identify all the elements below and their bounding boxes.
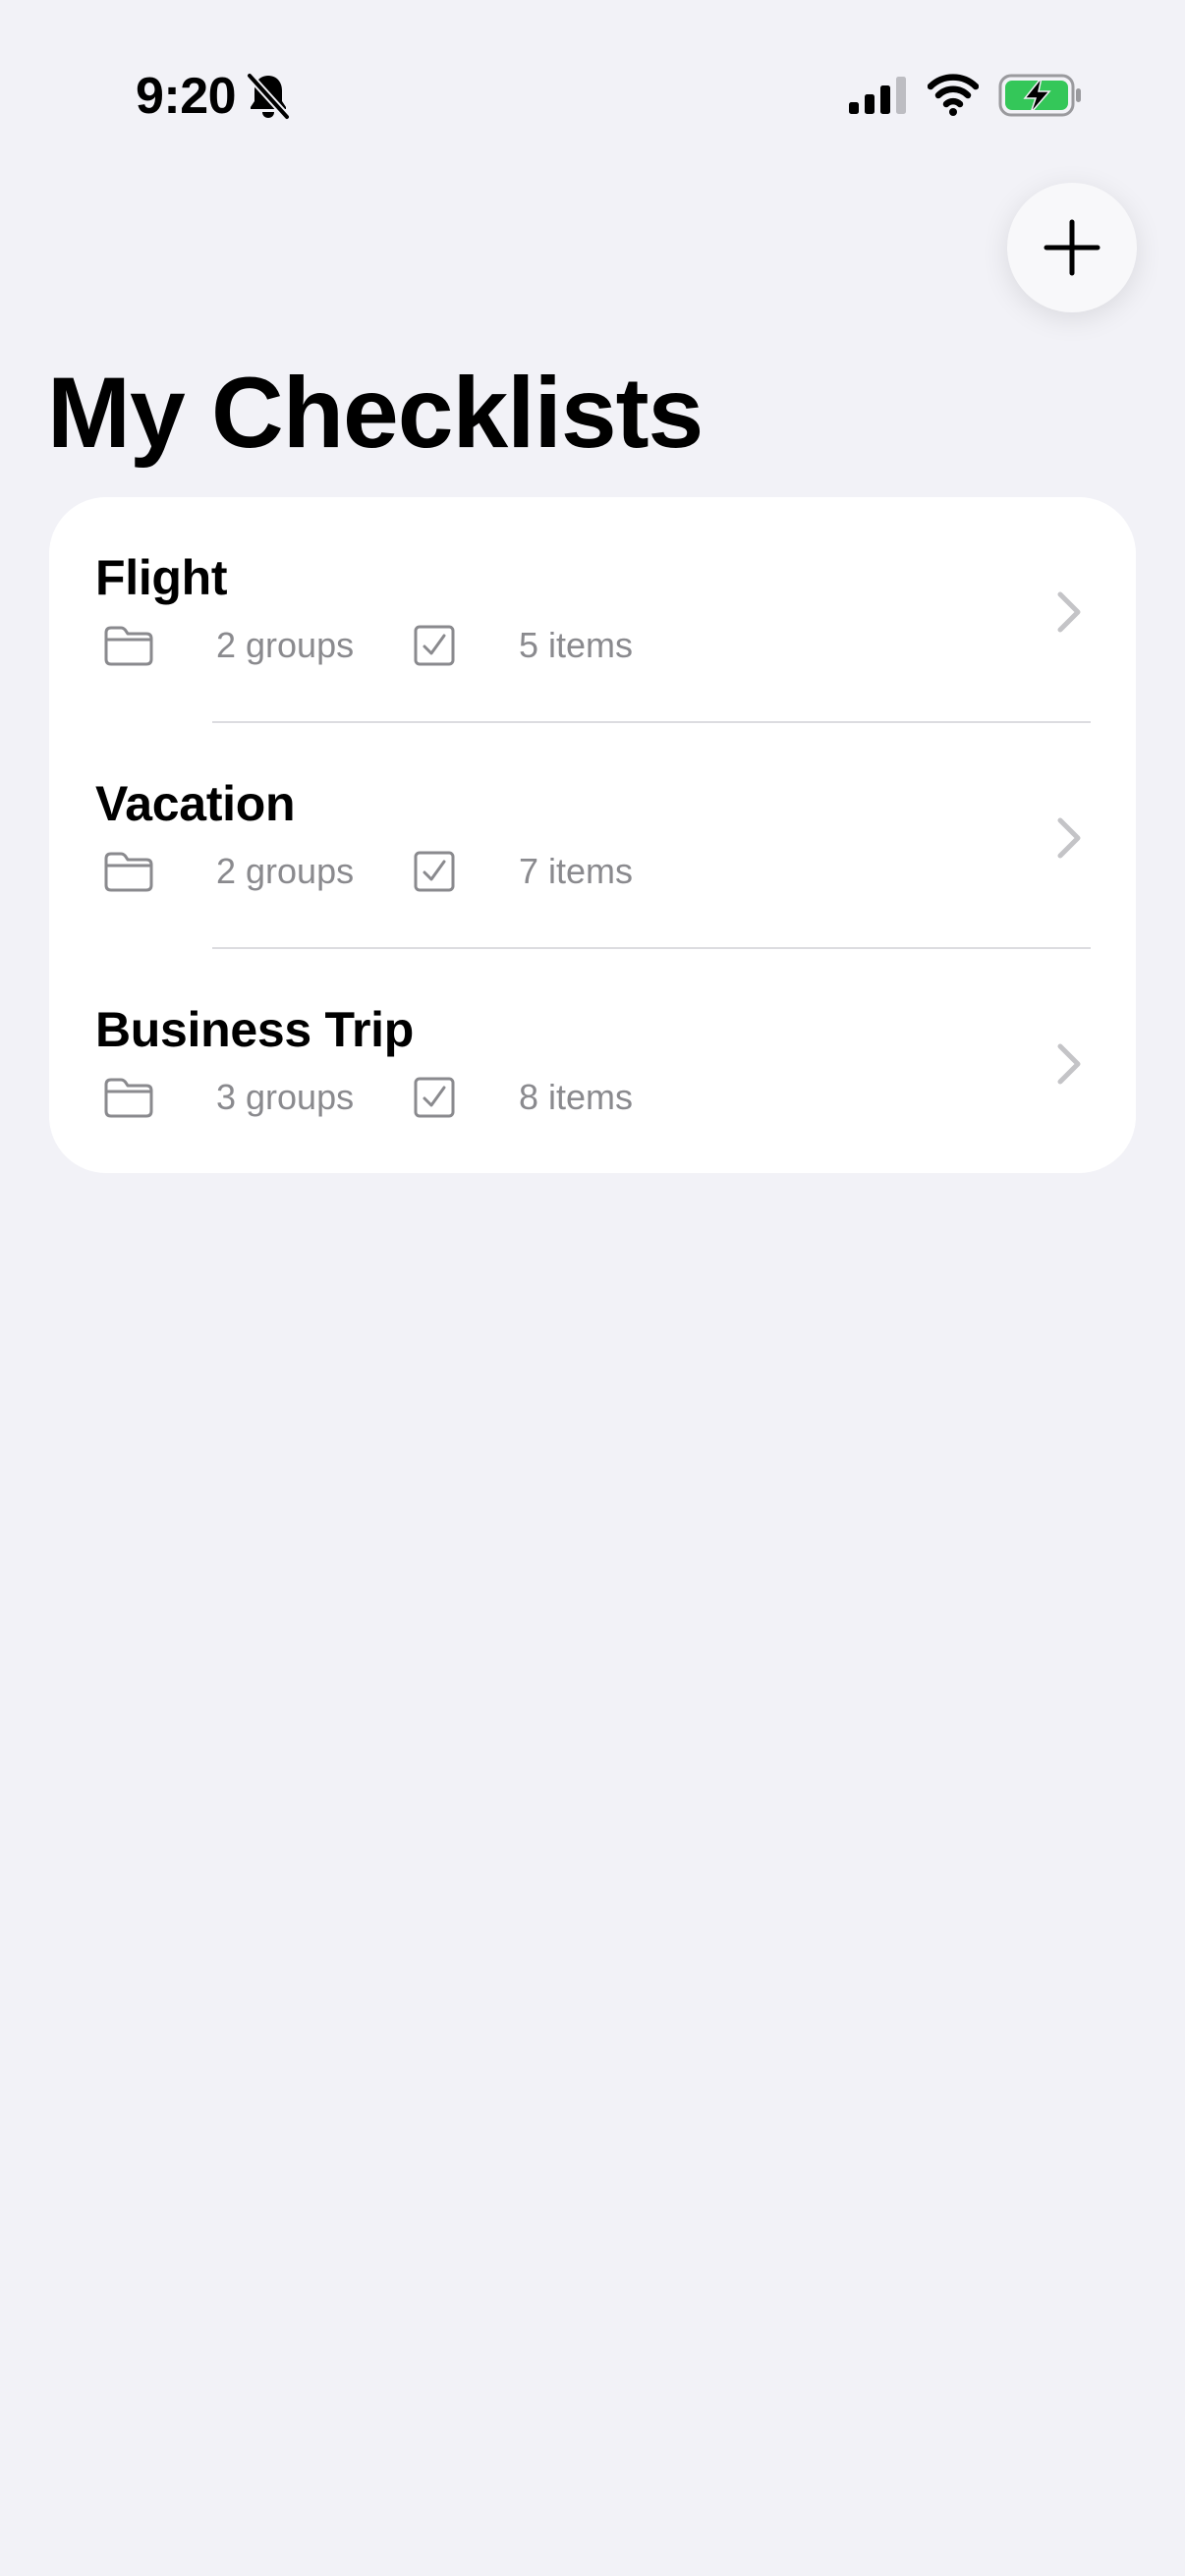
wifi-icon: [928, 74, 979, 116]
item-count: 8 items: [519, 1077, 634, 1117]
group-count: 2 groups: [216, 625, 355, 665]
checklist-meta: 3 groups 8 items: [102, 1071, 633, 1124]
checklist-list: Flight 2 groups 5 items Vacation 2 group…: [49, 497, 1136, 1173]
checkmark-square-icon: [414, 851, 455, 892]
folder-icon: [104, 852, 153, 892]
checklist-meta: 2 groups 7 items: [102, 845, 633, 898]
add-checklist-button[interactable]: [1007, 183, 1137, 312]
checklist-meta: 2 groups 5 items: [102, 619, 633, 672]
item-count: 5 items: [519, 625, 634, 665]
plus-icon: [1044, 219, 1100, 276]
cellular-signal-icon: [849, 77, 906, 114]
checklist-row-business-trip[interactable]: Business Trip 3 groups 8 items: [49, 949, 1136, 1173]
checklist-name: Business Trip: [95, 1002, 414, 1057]
checklist-name: Flight: [95, 550, 228, 605]
checklist-row-flight[interactable]: Flight 2 groups 5 items: [49, 497, 1136, 723]
chevron-right-icon: [1057, 1043, 1081, 1085]
checklist-row-vacation[interactable]: Vacation 2 groups 7 items: [49, 723, 1136, 949]
page-title: My Checklists: [47, 357, 704, 469]
chevron-right-icon: [1057, 817, 1081, 859]
status-time-group: 9:20: [136, 65, 292, 128]
checkmark-square-icon: [414, 1077, 455, 1118]
folder-icon: [104, 626, 153, 666]
group-count: 2 groups: [216, 851, 355, 891]
status-bar: 9:20: [0, 0, 1185, 196]
group-count: 3 groups: [216, 1077, 355, 1117]
checklist-name: Vacation: [95, 776, 296, 831]
battery-charging-icon: [998, 74, 1081, 117]
item-count: 7 items: [519, 851, 634, 891]
bell-slash-icon: [246, 72, 292, 121]
checkmark-square-icon: [414, 625, 455, 666]
chevron-right-icon: [1057, 591, 1081, 633]
checklists-screen: 9:20 My Checklists Flight 2 groups 5 ite…: [0, 0, 1185, 2576]
status-time: 9:20: [136, 68, 237, 125]
folder-icon: [104, 1078, 153, 1118]
